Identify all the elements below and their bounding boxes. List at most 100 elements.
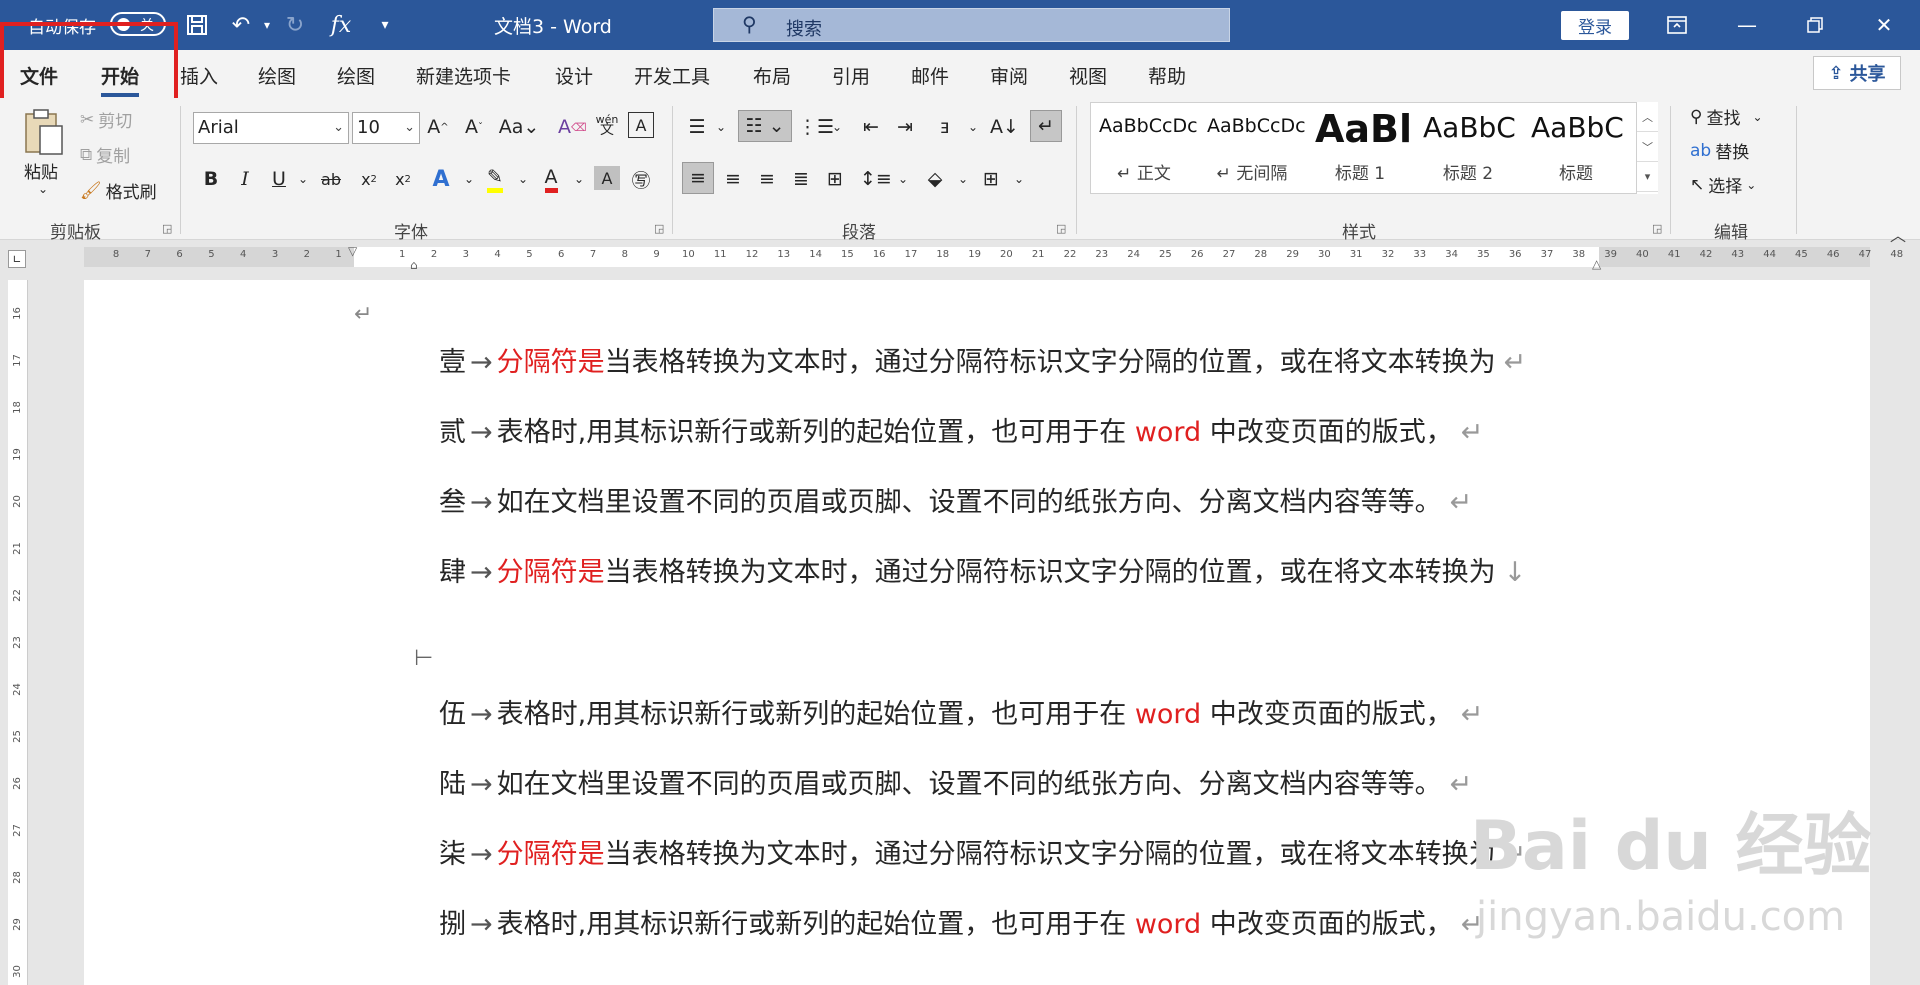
hanging-indent-marker[interactable]: ⌂	[410, 258, 418, 272]
styles-launcher-icon[interactable]: ◲	[1652, 222, 1662, 235]
select-button[interactable]: ↖ 选择 ⌄	[1690, 172, 1756, 198]
paste-icon[interactable]	[22, 108, 66, 164]
style-normal[interactable]: AaBbCcDc ↵ 正文	[1091, 103, 1197, 193]
enclose-characters-icon[interactable]: ㊢	[628, 164, 654, 194]
tab-help[interactable]: 帮助	[1148, 62, 1186, 89]
change-case-icon[interactable]: Aa⌄	[499, 112, 540, 142]
restore-icon[interactable]	[1795, 10, 1835, 40]
tab-new-tab[interactable]: 新建选项卡	[416, 62, 511, 89]
function-icon[interactable]: fx	[326, 10, 356, 40]
asian-layout-icon[interactable]: ⱻ	[932, 112, 958, 142]
cut-button[interactable]: ✂ 剪切	[80, 107, 132, 133]
ruler-tick-label: 40	[1636, 249, 1649, 260]
horizontal-ruler[interactable]: 8 7 6 5 4 3 2 1 1 2 3 4 5 6 7 8 9 10 11 12 13 14 15 16 17 18 19 20 2…	[84, 244, 1903, 272]
style-no-spacing[interactable]: AaBbCcDc ↵ 无间隔	[1199, 103, 1305, 193]
chevron-up-icon[interactable]: ︿	[1637, 102, 1658, 132]
character-shading-icon[interactable]: A	[594, 166, 620, 190]
highlight-dropdown-icon[interactable]: ⌄	[510, 164, 536, 194]
find-button[interactable]: ⚲ 查找 ⌄	[1690, 104, 1763, 130]
show-hide-marks-icon[interactable]: ↵	[1030, 110, 1062, 142]
bold-icon[interactable]: B	[198, 164, 224, 194]
borders-dropdown-icon[interactable]: ⌄	[1006, 164, 1032, 194]
style-heading-1[interactable]: AaBl 标题 1	[1307, 103, 1413, 193]
line-spacing-dropdown-icon[interactable]: ⌄	[890, 164, 916, 194]
bullets-icon[interactable]: ☰	[684, 112, 710, 142]
tab-references[interactable]: 引用	[832, 62, 870, 89]
text-effects-dropdown-icon[interactable]: ⌄	[456, 164, 482, 194]
tab-mailings[interactable]: 邮件	[911, 62, 949, 89]
right-indent-marker[interactable]: △	[1592, 257, 1601, 271]
minimize-icon[interactable]: —	[1727, 10, 1767, 40]
clear-formatting-icon[interactable]: A ⌫	[558, 112, 587, 142]
styles-scroll[interactable]: ︿ ﹀ ▾	[1636, 102, 1658, 194]
shrink-font-icon[interactable]: Aˇ	[461, 112, 487, 142]
tab-view[interactable]: 视图	[1069, 62, 1107, 89]
customize-toolbar-icon[interactable]: ▾	[370, 10, 400, 40]
clipboard-group-label: 剪贴板	[50, 223, 101, 243]
borders-icon[interactable]: ⊞	[978, 164, 1004, 194]
shading-dropdown-icon[interactable]: ⌄	[950, 164, 976, 194]
sort-icon[interactable]: A↓	[990, 112, 1019, 142]
first-line-indent-marker[interactable]: ▽	[348, 244, 357, 258]
text-effects-icon[interactable]: A	[428, 164, 454, 194]
tab-insert[interactable]: 插入	[180, 62, 218, 89]
line-spacing-icon[interactable]: ↕≡	[860, 164, 892, 194]
document-line: 叁 → 如在文档里设置不同的页眉或页脚、设置不同的纸张方向、分离文档内容等等。 ↵	[439, 480, 1472, 519]
paste-dropdown-icon[interactable]: ⌄	[38, 182, 48, 196]
share-button[interactable]: ⇪ 共享	[1813, 56, 1901, 90]
numbering-icon[interactable]: ☷ ⌄	[738, 110, 792, 142]
align-center-icon[interactable]: ≡	[720, 164, 746, 194]
tab-design[interactable]: 设计	[555, 62, 593, 89]
distributed-icon[interactable]: ⊞	[822, 164, 848, 194]
format-painter-button[interactable]: 🖌 格式刷	[80, 178, 157, 204]
shading-icon[interactable]: ⬙	[922, 164, 948, 194]
strikethrough-icon[interactable]: ab	[318, 164, 344, 194]
redo-icon[interactable]: ↻	[280, 10, 310, 40]
underline-icon[interactable]: U	[266, 164, 292, 194]
paste-button[interactable]: 粘贴	[24, 158, 58, 183]
paragraph-launcher-icon[interactable]: ◲	[1056, 222, 1066, 235]
replace-button[interactable]: ab 替换	[1690, 138, 1749, 164]
undo-dropdown-icon[interactable]: ▾	[252, 10, 282, 40]
save-icon[interactable]	[182, 10, 212, 40]
font-name-combo[interactable]: Arial ⌄	[193, 112, 349, 144]
style-title[interactable]: AaBbC 标题	[1523, 103, 1629, 193]
font-color-dropdown-icon[interactable]: ⌄	[566, 164, 592, 194]
justify-icon[interactable]: ≣	[788, 164, 814, 194]
style-heading-2[interactable]: AaBbC 标题 2	[1415, 103, 1521, 193]
character-border-icon[interactable]: A	[628, 112, 654, 138]
more-styles-icon[interactable]: ▾	[1637, 162, 1658, 192]
multilevel-dropdown-icon[interactable]: ⌄	[824, 112, 850, 142]
phonetic-guide-icon[interactable]: wén 文	[594, 110, 620, 140]
font-color-icon[interactable]: A	[538, 164, 564, 194]
underline-dropdown-icon[interactable]: ⌄	[290, 164, 316, 194]
bullets-dropdown-icon[interactable]: ⌄	[708, 112, 734, 142]
chevron-down-icon[interactable]: ﹀	[1637, 132, 1658, 162]
vertical-ruler[interactable]: 16 17 18 19 20 21 22 23 24 25 26 27 28 29 30	[8, 280, 28, 985]
collapse-ribbon-icon[interactable]: ︿	[1890, 222, 1906, 246]
clipboard-launcher-icon[interactable]: ◲	[162, 222, 172, 235]
subscript-icon[interactable]: x2	[356, 164, 382, 194]
align-right-icon[interactable]: ≡	[754, 164, 780, 194]
decrease-indent-icon[interactable]: ⇤	[858, 112, 884, 142]
tab-selector[interactable]: ∟	[8, 250, 26, 268]
align-left-icon[interactable]: ≡	[682, 162, 714, 194]
tab-layout[interactable]: 布局	[753, 62, 791, 89]
highlight-color-icon[interactable]: ✎	[482, 164, 508, 194]
superscript-icon[interactable]: x2	[390, 164, 416, 194]
login-button[interactable]: 登录	[1561, 11, 1629, 40]
copy-button[interactable]: ⧉ 复制	[80, 142, 130, 168]
asian-layout-dropdown-icon[interactable]: ⌄	[960, 112, 986, 142]
ribbon-display-icon[interactable]	[1657, 10, 1697, 40]
search-box[interactable]: ⚲ 搜索	[713, 8, 1230, 42]
grow-font-icon[interactable]: A ^	[425, 112, 451, 142]
tab-draw-2[interactable]: 绘图	[337, 62, 375, 89]
font-launcher-icon[interactable]: ◲	[654, 222, 664, 235]
tab-developer[interactable]: 开发工具	[634, 62, 710, 89]
tab-review[interactable]: 审阅	[990, 62, 1028, 89]
font-size-combo[interactable]: 10 ⌄	[352, 112, 420, 144]
increase-indent-icon[interactable]: ⇥	[892, 112, 918, 142]
tab-draw[interactable]: 绘图	[258, 62, 296, 89]
close-icon[interactable]: ✕	[1864, 10, 1904, 40]
italic-icon[interactable]: I	[232, 164, 258, 194]
